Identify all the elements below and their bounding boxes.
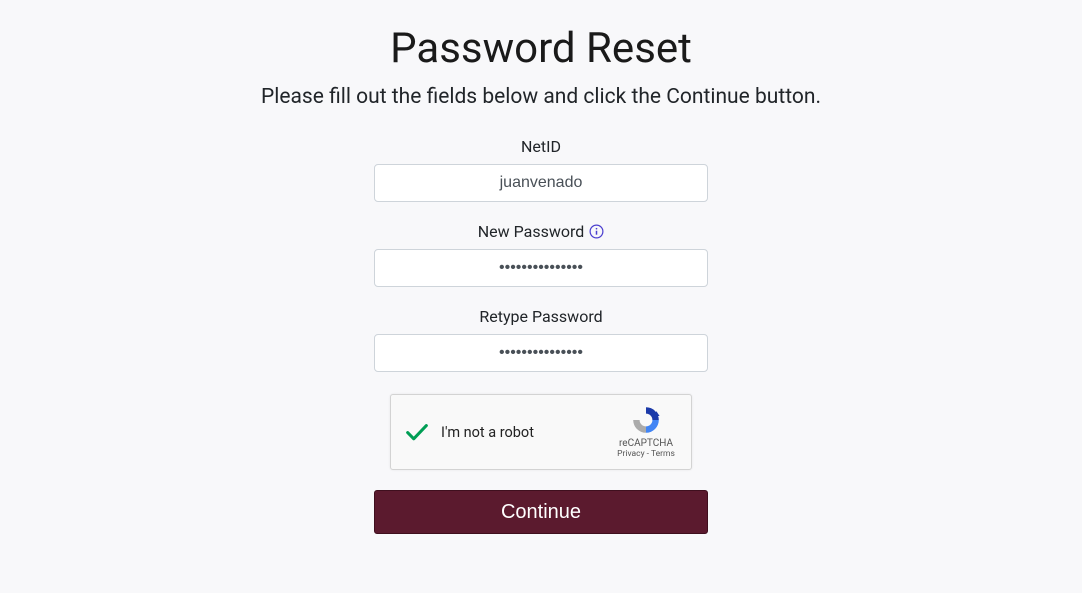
- netid-input[interactable]: [374, 164, 708, 202]
- continue-button[interactable]: Continue: [374, 490, 708, 534]
- recaptcha-logo-icon: [630, 404, 662, 436]
- page-title: Password Reset: [390, 24, 692, 73]
- new-password-label: New Password: [478, 222, 605, 241]
- password-reset-form: NetID New Password Retype Password I'm n…: [374, 137, 708, 534]
- new-password-label-text: New Password: [478, 222, 585, 241]
- netid-field-group: NetID: [374, 137, 708, 202]
- instructions-text: Please fill out the fields below and cli…: [261, 85, 821, 109]
- retype-password-field-group: Retype Password: [374, 307, 708, 372]
- captcha-brand-name: reCAPTCHA: [619, 438, 673, 449]
- captcha-brand: reCAPTCHA Privacy-Terms: [613, 403, 679, 461]
- captcha-terms-link[interactable]: Terms: [651, 449, 675, 459]
- retype-password-input[interactable]: [374, 334, 708, 372]
- new-password-input[interactable]: [374, 249, 708, 287]
- netid-label: NetID: [521, 137, 561, 156]
- new-password-field-group: New Password: [374, 222, 708, 287]
- captcha-privacy-link[interactable]: Privacy: [617, 449, 644, 459]
- checkmark-icon: [403, 418, 431, 446]
- captcha-legal-links: Privacy-Terms: [617, 449, 675, 459]
- captcha-label: I'm not a robot: [441, 424, 534, 441]
- recaptcha-widget[interactable]: I'm not a robot reCAPTCHA Privacy-Terms: [390, 394, 692, 470]
- retype-password-label: Retype Password: [479, 307, 602, 326]
- info-icon[interactable]: [588, 224, 604, 240]
